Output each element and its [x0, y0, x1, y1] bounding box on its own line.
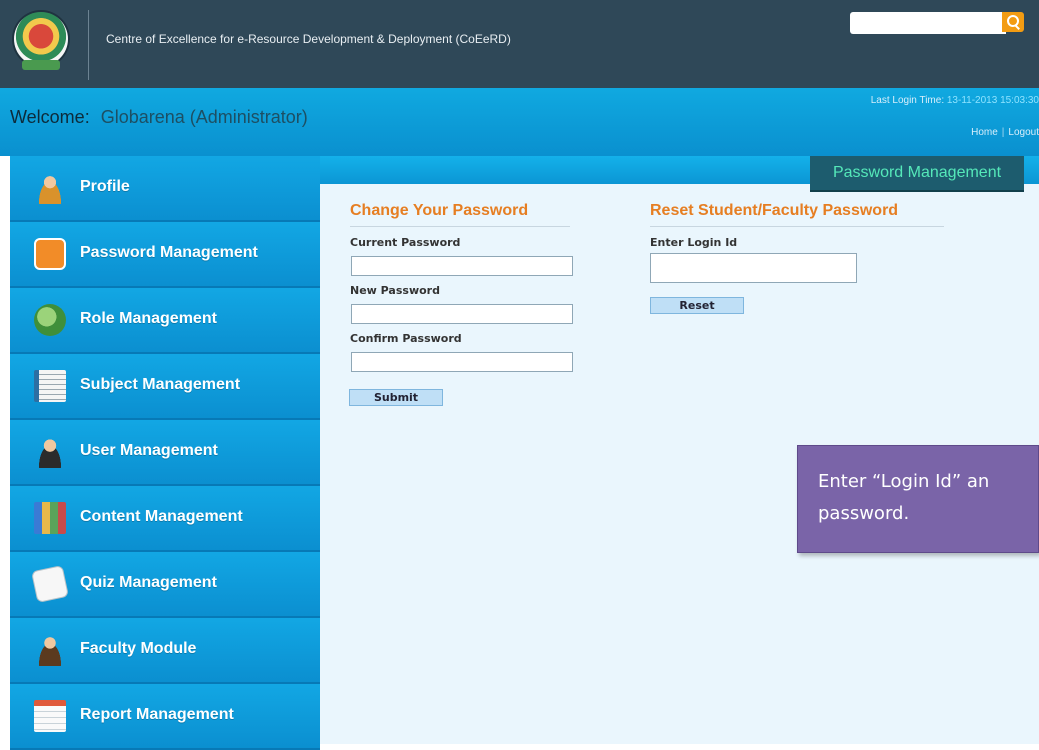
new-password-field[interactable] [351, 304, 573, 324]
confirm-password-label: Confirm Password [350, 332, 462, 345]
last-login-label: Last Login Time: [870, 95, 945, 106]
last-login-time: 13-11-2013 15:03:30 [946, 95, 1039, 106]
university-seal-icon[interactable] [14, 12, 68, 66]
confirm-password-field[interactable] [351, 352, 573, 372]
notebook-icon [34, 370, 66, 402]
instruction-callout: Enter “Login Id” an password. [797, 445, 1039, 553]
new-password-label: New Password [350, 284, 440, 297]
login-id-label: Enter Login Id [650, 236, 738, 249]
sidebar-item-role-management[interactable]: Role Management [10, 288, 320, 354]
top-links: Home | Logout [971, 127, 1039, 138]
search-button[interactable] [1002, 12, 1024, 32]
user-icon [34, 172, 66, 204]
sidebar-item-user-management[interactable]: User Management [10, 420, 320, 486]
sidebar: Profile Password Management Role Managem… [10, 156, 320, 750]
person-icon [34, 436, 66, 468]
last-login: Last Login Time: 13-11-2013 15:03:30 [871, 95, 1039, 106]
sidebar-item-label: User Management [80, 442, 218, 459]
submit-button[interactable]: Submit [349, 389, 443, 406]
top-header: Centre of Excellence for e-Resource Deve… [0, 0, 1039, 88]
site-title: Centre of Excellence for e-Resource Deve… [106, 32, 511, 46]
link-separator: | [1001, 127, 1005, 138]
logout-link[interactable]: Logout [1008, 127, 1039, 138]
sidebar-item-quiz-management[interactable]: Quiz Management [10, 552, 320, 618]
tab-password-management[interactable]: Password Management [810, 156, 1024, 192]
login-id-field[interactable] [650, 253, 857, 283]
reset-password-divider [650, 226, 944, 227]
sidebar-item-label: Content Management [80, 508, 243, 525]
welcome-label: Welcome: [10, 107, 90, 127]
sidebar-item-report-management[interactable]: Report Management [10, 684, 320, 750]
change-password-divider [350, 226, 570, 227]
sidebar-item-label: Report Management [80, 706, 234, 723]
teacher-icon [34, 634, 66, 666]
reset-password-title: Reset Student/Faculty Password [650, 202, 899, 219]
sidebar-item-subject-management[interactable]: Subject Management [10, 354, 320, 420]
header-divider [88, 10, 89, 80]
search-input[interactable] [850, 12, 1006, 34]
welcome-user: Globarena (Administrator) [100, 107, 308, 127]
home-link[interactable]: Home [971, 127, 998, 138]
sidebar-item-label: Password Management [80, 244, 258, 261]
callout-line-1: Enter “Login Id” an [818, 471, 990, 492]
paper-icon [31, 565, 69, 603]
reset-button[interactable]: Reset [650, 297, 744, 314]
sidebar-item-label: Role Management [80, 310, 217, 327]
report-icon [34, 700, 66, 732]
callout-text: Enter “Login Id” an password. [818, 466, 989, 530]
sidebar-item-password-management[interactable]: Password Management [10, 222, 320, 288]
current-password-label: Current Password [350, 236, 461, 249]
sidebar-item-label: Faculty Module [80, 640, 197, 657]
sidebar-item-label: Subject Management [80, 376, 241, 393]
sidebar-item-label: Profile [80, 178, 130, 195]
sidebar-item-content-management[interactable]: Content Management [10, 486, 320, 552]
sidebar-item-faculty-module[interactable]: Faculty Module [10, 618, 320, 684]
welcome-text: Welcome: Globarena (Administrator) [10, 107, 308, 128]
logo-ribbon [22, 60, 60, 70]
callout-line-2: password. [818, 503, 910, 524]
change-password-title: Change Your Password [350, 202, 529, 219]
sidebar-item-label: Quiz Management [80, 574, 217, 591]
magnifier-handle [1014, 24, 1020, 30]
lock-icon [34, 238, 66, 270]
books-icon [34, 502, 66, 534]
sidebar-item-profile[interactable]: Profile [10, 156, 320, 222]
globe-icon [34, 304, 66, 336]
current-password-field[interactable] [351, 256, 573, 276]
